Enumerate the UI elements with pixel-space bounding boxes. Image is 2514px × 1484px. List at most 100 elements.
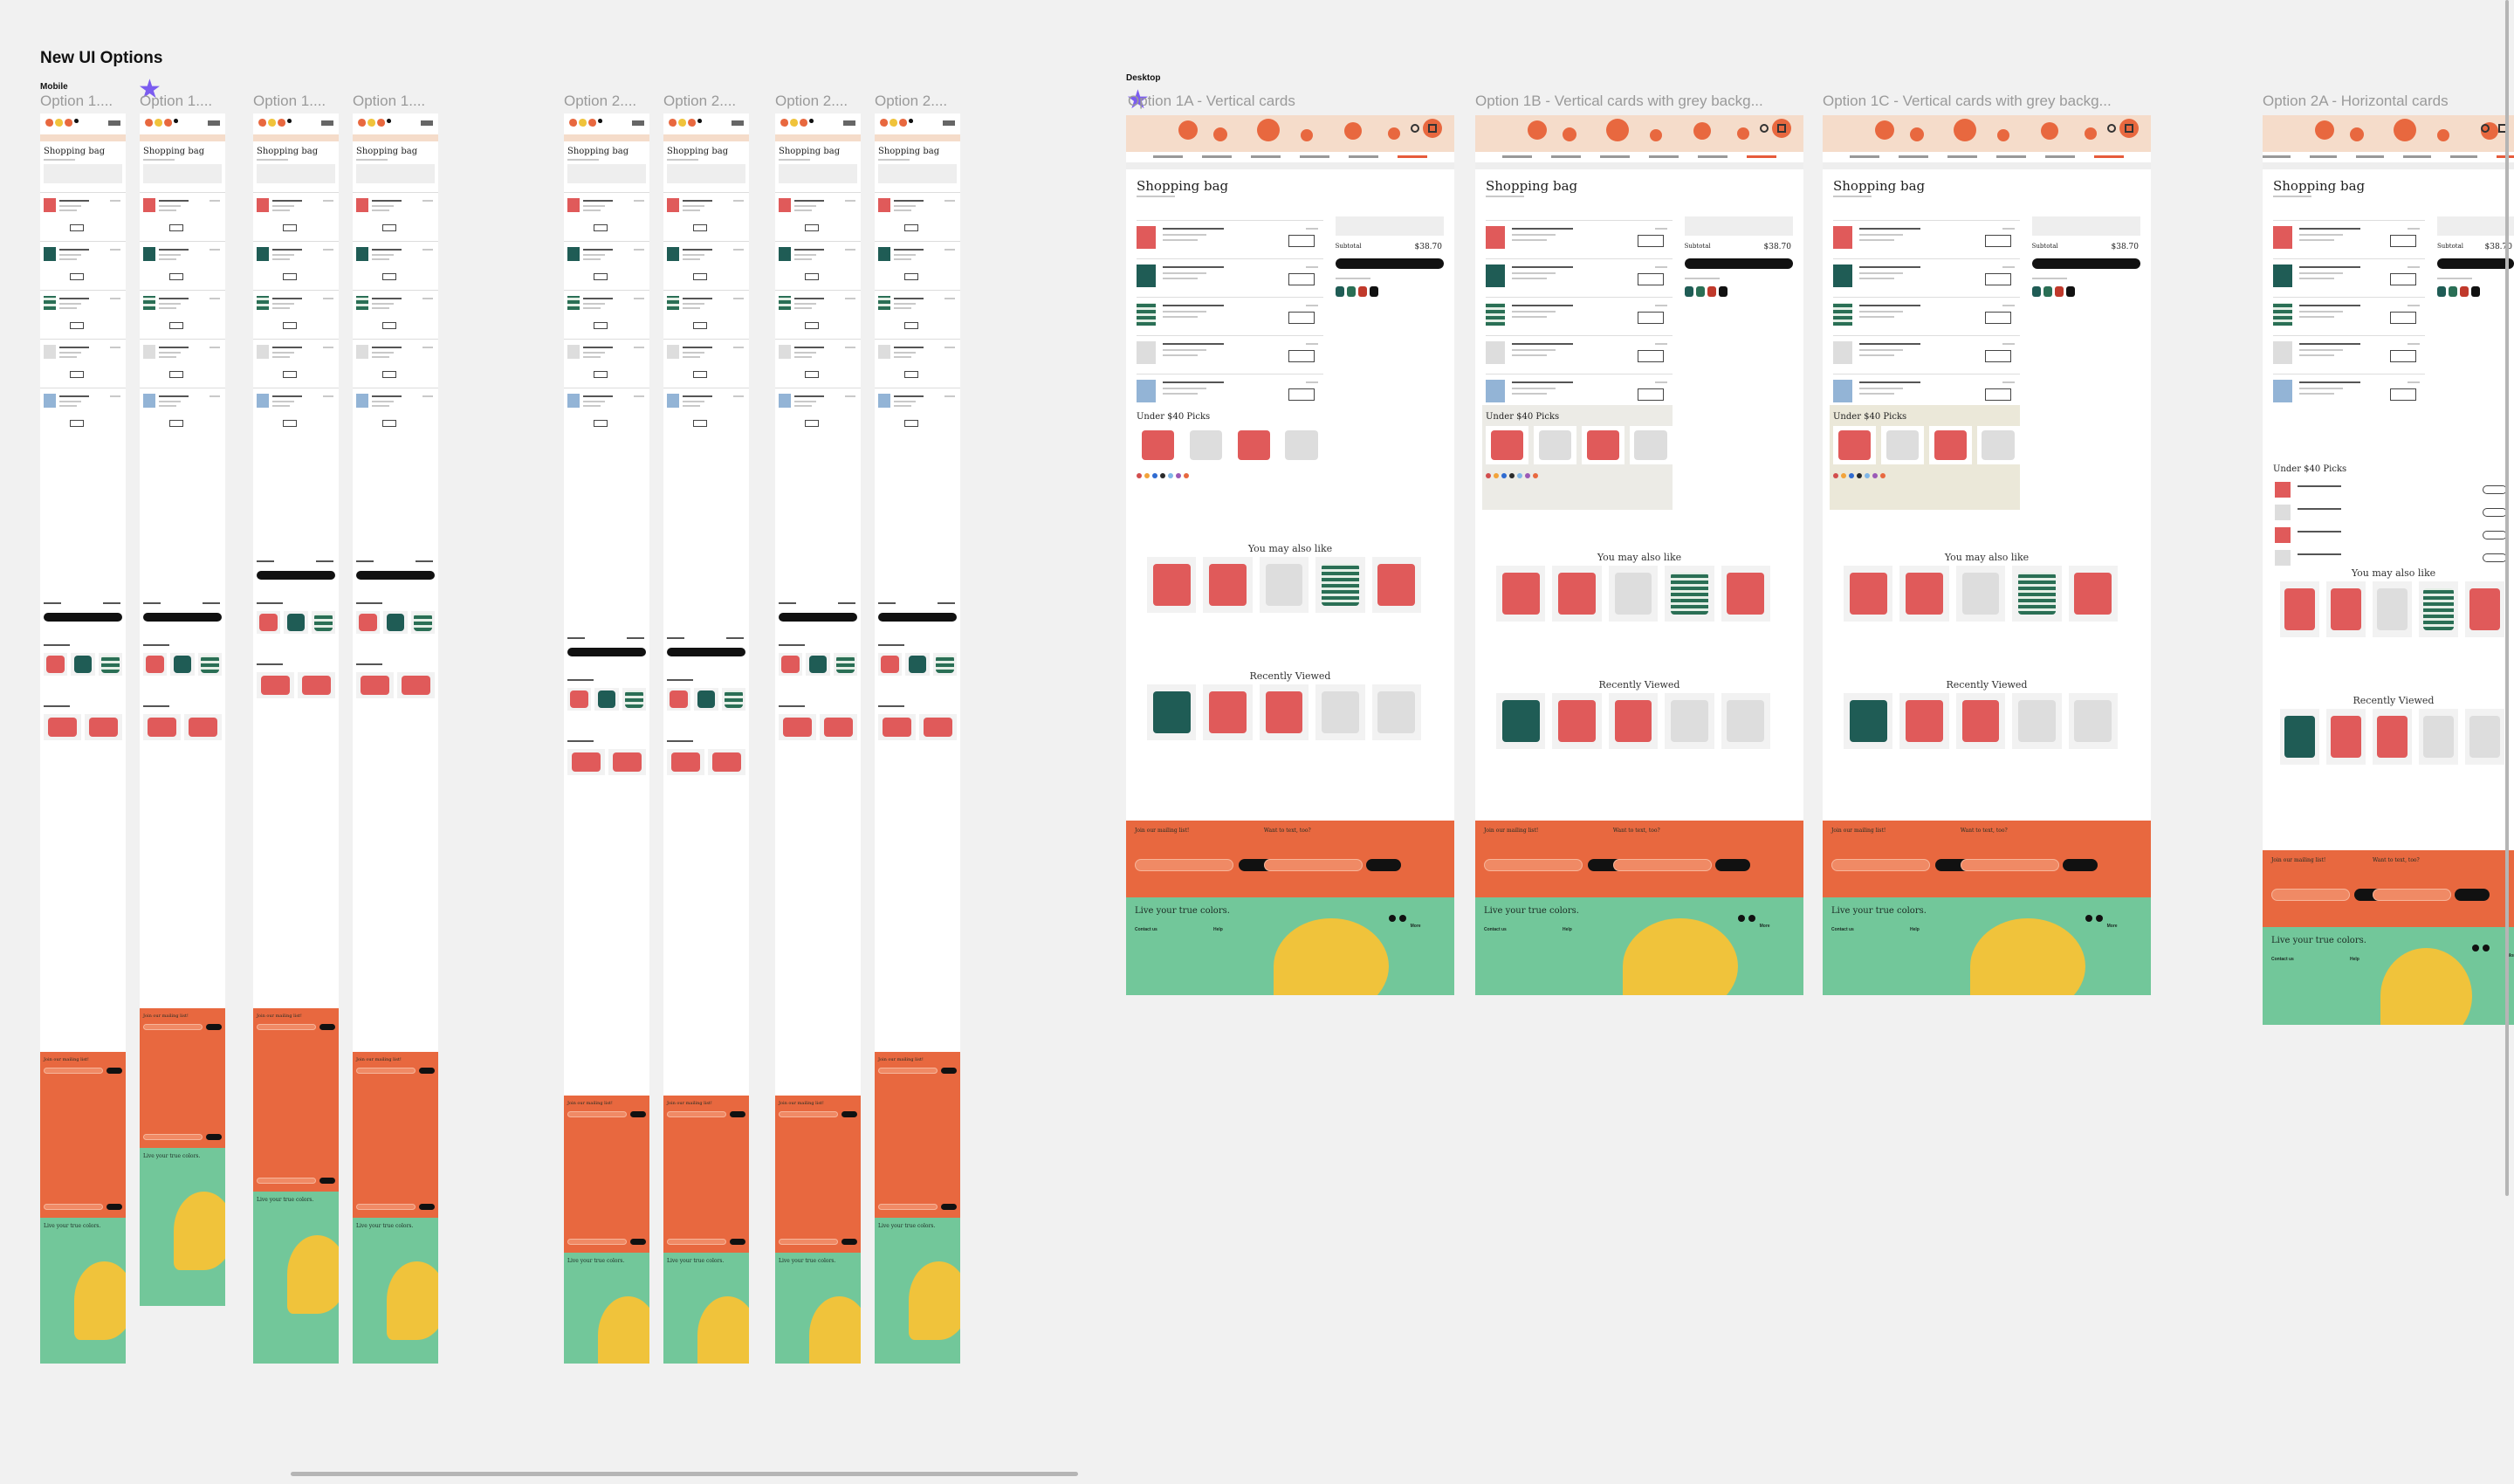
product-thumbnail[interactable]	[257, 296, 269, 310]
quantity-stepper[interactable]	[2390, 388, 2416, 401]
menu-icon[interactable]	[943, 120, 955, 126]
product-card[interactable]	[1721, 566, 1770, 622]
nav-link[interactable]	[2403, 155, 2431, 158]
product-card[interactable]	[98, 653, 122, 676]
swatch[interactable]	[1718, 286, 1728, 297]
product-name[interactable]	[1163, 228, 1224, 230]
product-thumbnail[interactable]	[44, 345, 56, 359]
phone-input[interactable]	[878, 1204, 938, 1210]
subscribe-button[interactable]	[2455, 889, 2490, 901]
subscribe-button[interactable]	[841, 1111, 857, 1117]
subscribe-button[interactable]	[630, 1239, 646, 1245]
quantity-stepper[interactable]	[2390, 273, 2416, 285]
color-dot[interactable]	[1486, 473, 1491, 478]
nav-link[interactable]	[1996, 155, 2026, 158]
quantity-stepper[interactable]	[693, 322, 708, 329]
product-thumbnail[interactable]	[667, 296, 679, 310]
nav-link[interactable]	[1947, 155, 1977, 158]
phone-input[interactable]	[667, 1239, 726, 1245]
product-thumbnail[interactable]	[1833, 226, 1852, 249]
quantity-stepper[interactable]	[2390, 312, 2416, 324]
swatch[interactable]	[1335, 286, 1344, 297]
search-icon[interactable]	[1760, 124, 1769, 133]
product-card[interactable]	[1280, 426, 1323, 464]
product-card[interactable]	[820, 714, 857, 740]
checkout-button[interactable]	[257, 571, 335, 580]
bag-icon[interactable]	[1428, 124, 1437, 133]
desktop-mockup-frame[interactable]: Shopping bag Subtotal $38.70 Under $40 Pick…	[1823, 115, 2151, 995]
continue-link[interactable]	[1486, 196, 1524, 197]
product-card[interactable]	[1259, 684, 1309, 740]
quantity-stepper[interactable]	[1984, 350, 2011, 362]
checkout-button[interactable]	[2031, 258, 2140, 269]
swatch[interactable]	[2449, 286, 2457, 297]
email-input[interactable]	[44, 1068, 103, 1074]
continue-link[interactable]	[878, 159, 910, 161]
product-thumbnail[interactable]	[2275, 482, 2291, 498]
phone-input[interactable]	[779, 1239, 838, 1245]
menu-icon[interactable]	[632, 120, 644, 126]
product-thumbnail[interactable]	[143, 345, 155, 359]
product-thumbnail[interactable]	[2273, 265, 2292, 287]
nav-link[interactable]	[1398, 155, 1427, 158]
product-name[interactable]	[1163, 381, 1224, 383]
product-name[interactable]	[159, 395, 189, 397]
product-thumbnail[interactable]	[143, 247, 155, 261]
product-card[interactable]	[1976, 426, 2020, 464]
product-card[interactable]	[1581, 426, 1624, 464]
product-name[interactable]	[272, 395, 303, 397]
subscribe-button[interactable]	[2062, 859, 2098, 871]
product-thumbnail[interactable]	[44, 394, 56, 408]
product-name[interactable]	[1512, 305, 1573, 306]
menu-icon[interactable]	[732, 120, 744, 126]
product-card[interactable]	[708, 749, 745, 775]
product-card[interactable]	[2280, 709, 2319, 765]
continue-link[interactable]	[2273, 196, 2311, 197]
product-thumbnail[interactable]	[356, 394, 368, 408]
checkout-button[interactable]	[1684, 258, 1793, 269]
color-dot[interactable]	[1872, 473, 1878, 478]
product-card[interactable]	[833, 653, 857, 676]
frame-label[interactable]: Option 2....	[564, 93, 651, 110]
product-card[interactable]	[356, 611, 381, 634]
product-name[interactable]	[1163, 305, 1224, 306]
product-thumbnail[interactable]	[1137, 303, 1156, 326]
search-icon[interactable]	[2481, 124, 2490, 133]
color-dot[interactable]	[1160, 473, 1165, 478]
mobile-mockup-frame[interactable]: Shopping bag Join our mailing list! Live y…	[253, 113, 339, 1364]
nav-link[interactable]	[1600, 155, 1630, 158]
product-card[interactable]	[143, 714, 181, 740]
product-name[interactable]	[894, 347, 924, 348]
product-card[interactable]	[1315, 684, 1365, 740]
product-card[interactable]	[284, 611, 308, 634]
continue-link[interactable]	[44, 159, 75, 161]
product-card[interactable]	[2373, 581, 2412, 637]
frame-label[interactable]: Option 1....	[253, 93, 340, 110]
product-card[interactable]	[1232, 426, 1275, 464]
quantity-stepper[interactable]	[805, 371, 820, 378]
color-dot[interactable]	[1144, 473, 1150, 478]
nav-link[interactable]	[1649, 155, 1679, 158]
email-input[interactable]	[1831, 859, 1930, 871]
quantity-stepper[interactable]	[1637, 350, 1664, 362]
subscribe-button[interactable]	[419, 1204, 435, 1210]
nav-link[interactable]	[2309, 155, 2338, 158]
subscribe-button[interactable]	[1714, 859, 1750, 871]
product-thumbnail[interactable]	[1137, 341, 1156, 364]
product-card[interactable]	[567, 688, 592, 711]
product-name[interactable]	[59, 395, 90, 397]
desktop-mockup-frame[interactable]: Shopping bag Subtotal $38.70 Under $40 Pick…	[1475, 115, 1803, 995]
quantity-stepper[interactable]	[594, 420, 608, 427]
quantity-stepper[interactable]	[169, 420, 184, 427]
menu-icon[interactable]	[108, 120, 120, 126]
color-dot[interactable]	[1880, 473, 1886, 478]
frame-label[interactable]: Option 1B - Vertical cards with grey bac…	[1475, 93, 1807, 110]
nav-link[interactable]	[2449, 155, 2478, 158]
product-card[interactable]	[667, 749, 704, 775]
checkout-button[interactable]	[567, 648, 646, 656]
product-card[interactable]	[1486, 426, 1528, 464]
quantity-stepper[interactable]	[1637, 312, 1664, 324]
product-card[interactable]	[2465, 581, 2504, 637]
quantity-stepper[interactable]	[693, 420, 708, 427]
email-input[interactable]	[257, 1024, 316, 1030]
